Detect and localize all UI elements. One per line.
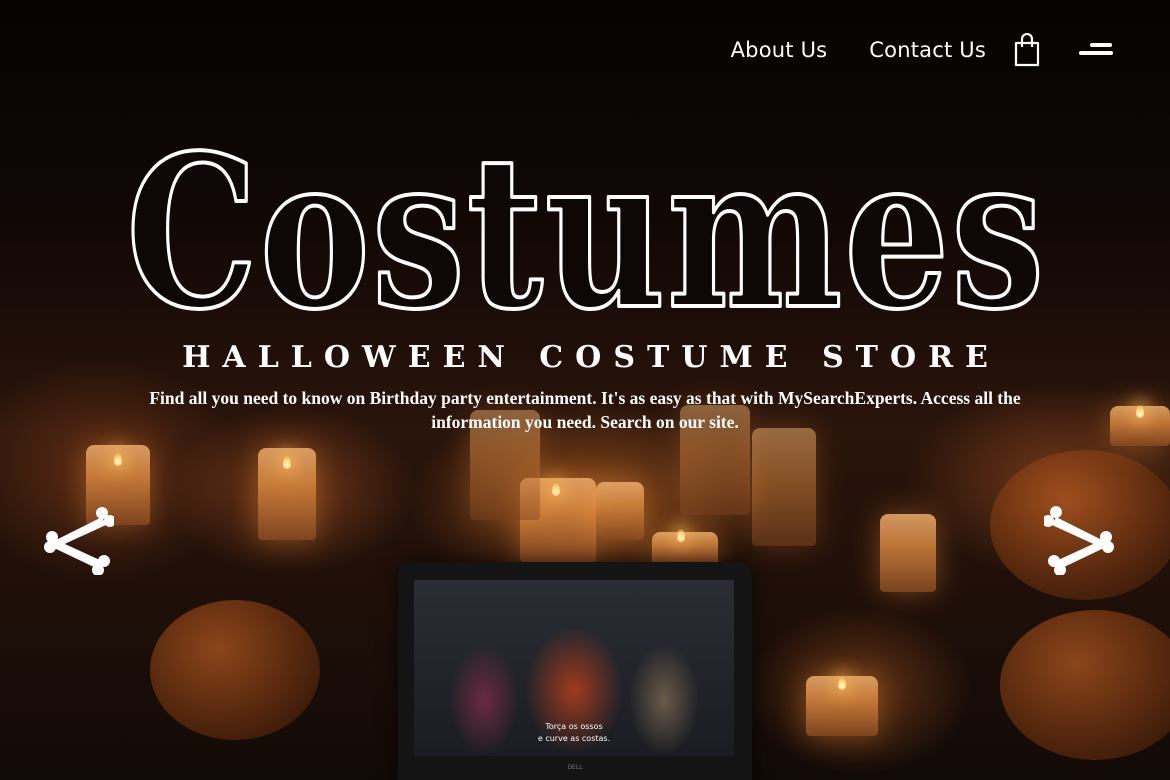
nav-about-link[interactable]: About Us [731, 38, 828, 62]
pumpkin-image [1000, 610, 1170, 760]
bone-arrow-right-icon[interactable] [1044, 503, 1114, 575]
screen-subtitle-line-2: e curve as costas. [537, 734, 611, 743]
hero-title: Costumes [126, 114, 1046, 334]
candle-flame [1136, 404, 1144, 418]
laptop-image: Torça os ossos e curve as costas. DELL [398, 562, 752, 780]
hero-tagline: HALLOWEEN COSTUME STORE [182, 340, 1000, 375]
laptop-brand: DELL [567, 764, 583, 771]
screen-subtitle-line-1: Torça os ossos [545, 722, 603, 731]
candle-flame [677, 528, 685, 542]
hero-section: Torça os ossos e curve as costas. DELL A… [0, 0, 1170, 780]
candle-image [596, 482, 644, 540]
pumpkin-image [150, 600, 320, 740]
candle-flame [838, 676, 846, 690]
nav-contact-link[interactable]: Contact Us [869, 38, 986, 62]
shopping-bag-icon[interactable] [1014, 33, 1040, 67]
hamburger-menu-icon[interactable] [1078, 41, 1114, 59]
candle-flame [552, 482, 560, 496]
candle-image [652, 532, 718, 566]
candle-image [752, 428, 816, 546]
laptop-screen: Torça os ossos e curve as costas. [414, 580, 734, 756]
candle-flame [114, 452, 122, 466]
candle-image [880, 514, 936, 592]
hero-description: Find all you need to know on Birthday pa… [149, 388, 1021, 432]
top-nav: About Us Contact Us [731, 30, 1114, 70]
hero-title-logo: Costumes [124, 114, 1046, 334]
candle-flame [283, 455, 291, 469]
bone-arrow-left-icon[interactable] [44, 503, 114, 575]
